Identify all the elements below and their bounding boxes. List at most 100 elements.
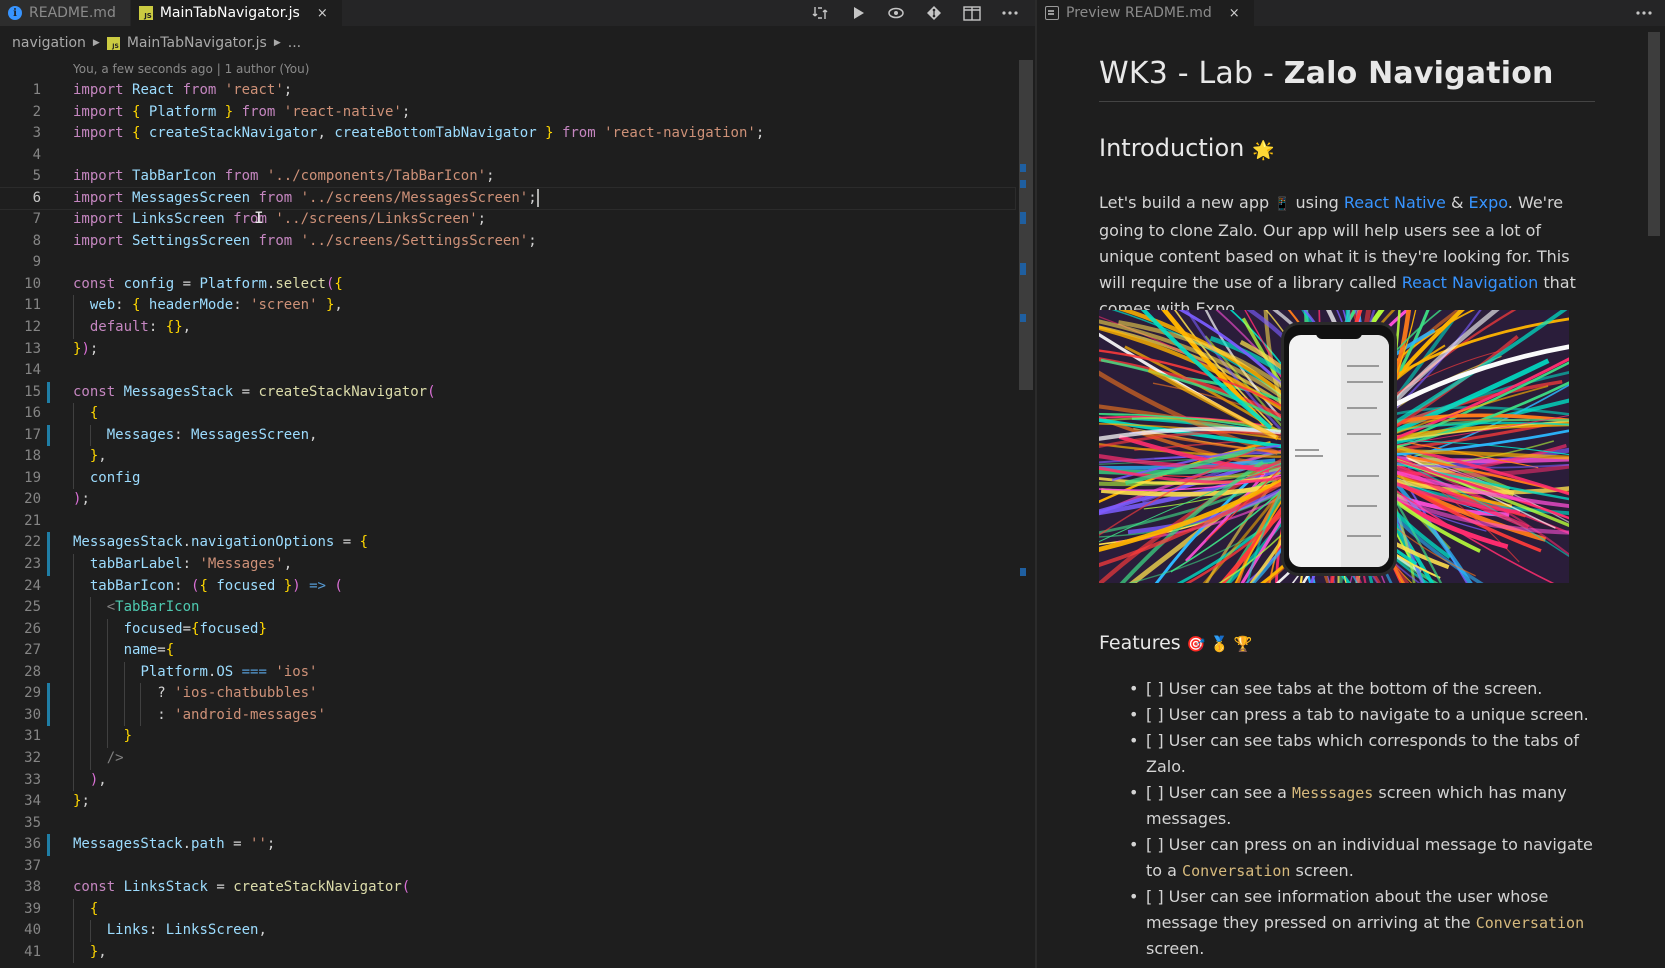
line-number[interactable]: 15 <box>0 382 41 404</box>
code-text[interactable]: import React from 'react'; <box>73 80 292 102</box>
line-number[interactable]: 6 <box>0 188 41 210</box>
line-number[interactable]: 5 <box>0 166 41 188</box>
line-number[interactable]: 23 <box>0 554 41 576</box>
code-text[interactable]: tabBarLabel: 'Messages', <box>73 554 292 576</box>
line-number[interactable]: 11 <box>0 295 41 317</box>
modified-line-indicator[interactable] <box>47 834 50 856</box>
line-number[interactable]: 12 <box>0 317 41 339</box>
code-text[interactable]: import TabBarIcon from '../components/Ta… <box>73 166 495 188</box>
code-line[interactable]: 21 <box>0 511 1015 533</box>
code-lines[interactable]: 1 import React from 'react'; 2 import { Pla… <box>0 80 1016 964</box>
code-line[interactable]: 26 focused={focused} <box>0 618 1015 641</box>
close-icon[interactable]: × <box>317 6 328 21</box>
line-number[interactable]: 4 <box>0 145 41 167</box>
line-number[interactable]: 1 <box>0 80 41 102</box>
code-line[interactable]: 23 tabBarLabel: 'Messages', <box>0 554 1015 576</box>
code-line[interactable]: 38 const LinksStack = createStackNavigato… <box>0 877 1015 899</box>
code-text[interactable]: const LinksStack = createStackNavigator( <box>73 877 410 899</box>
code-line[interactable]: 15 const MessagesStack = createStackNavig… <box>0 381 1015 404</box>
line-number[interactable]: 9 <box>0 252 41 274</box>
code-text[interactable]: focused={focused} <box>73 619 267 641</box>
code-text[interactable]: name={ <box>73 640 175 662</box>
git-button[interactable] <box>915 0 953 26</box>
code-text[interactable]: }, <box>73 446 107 468</box>
code-line[interactable]: 32 /> <box>0 747 1015 770</box>
line-number[interactable]: 27 <box>0 640 41 662</box>
line-number[interactable]: 8 <box>0 231 41 253</box>
line-number[interactable]: 30 <box>0 705 41 727</box>
code-line[interactable]: 39 { <box>0 898 1015 921</box>
modified-line-indicator[interactable] <box>47 704 50 727</box>
tab-readme[interactable]: i README.md <box>0 0 131 26</box>
code-line[interactable]: 31 } <box>0 726 1015 748</box>
code-line[interactable]: 20); <box>0 489 1015 511</box>
code-text[interactable]: import SettingsScreen from '../screens/S… <box>73 231 537 253</box>
code-text[interactable]: web: { headerMode: 'screen' }, <box>73 295 343 317</box>
editor-scrollbar[interactable] <box>1019 60 1033 968</box>
code-text[interactable]: default: {}, <box>73 317 191 339</box>
code-text[interactable]: } <box>73 726 132 748</box>
line-number[interactable]: 13 <box>0 339 41 361</box>
code-line[interactable]: 8 import SettingsScreen from '../screens/… <box>0 231 1015 253</box>
preview-scrollbar[interactable] <box>1648 32 1660 236</box>
code-text[interactable]: import MessagesScreen from '../screens/M… <box>73 188 539 210</box>
code-text[interactable]: tabBarIcon: ({ focused }) => ( <box>73 576 343 598</box>
code-line[interactable]: 29 ? 'ios-chatbubbles' <box>0 683 1015 705</box>
line-number[interactable]: 28 <box>0 662 41 684</box>
line-number[interactable]: 31 <box>0 726 41 748</box>
line-number[interactable]: 2 <box>0 102 41 124</box>
line-number[interactable]: 25 <box>0 597 41 619</box>
code-line[interactable]: 14 <box>0 360 1015 382</box>
line-number[interactable]: 29 <box>0 683 41 705</box>
line-number[interactable]: 33 <box>0 770 41 792</box>
code-text[interactable]: }, <box>73 942 107 964</box>
line-number[interactable]: 16 <box>0 403 41 425</box>
code-line[interactable]: 5 import TabBarIcon from '../components/T… <box>0 166 1015 188</box>
modified-line-indicator[interactable] <box>47 683 50 705</box>
code-text[interactable]: }); <box>73 339 98 361</box>
more-actions-button[interactable] <box>991 0 1029 26</box>
line-number[interactable]: 7 <box>0 209 41 231</box>
code-line[interactable]: 11 web: { headerMode: 'screen' }, <box>0 295 1015 318</box>
code-text[interactable]: MessagesStack.path = ''; <box>73 834 275 856</box>
line-number[interactable]: 32 <box>0 748 41 770</box>
line-number[interactable]: 40 <box>0 920 41 942</box>
line-number[interactable]: 10 <box>0 274 41 296</box>
line-number[interactable]: 20 <box>0 489 41 511</box>
code-text[interactable]: }; <box>73 791 90 813</box>
code-line[interactable]: 1 import React from 'react'; <box>0 80 1015 102</box>
code-line[interactable]: 41 }, <box>0 941 1015 964</box>
line-number[interactable]: 41 <box>0 942 41 964</box>
code-text[interactable]: Links: LinksScreen, <box>73 920 267 942</box>
code-text[interactable]: import { createStackNavigator, createBot… <box>73 123 764 145</box>
code-text[interactable]: import LinksScreen from '../screens/Link… <box>73 209 486 231</box>
code-line[interactable]: 10 const config = Platform.select({ <box>0 274 1015 296</box>
code-line[interactable]: 7 import LinksScreen from '../screens/Lin… <box>0 209 1015 231</box>
code-line[interactable]: 30 : 'android-messages' <box>0 704 1015 727</box>
breadcrumb-symbol[interactable]: ... <box>288 35 301 51</box>
blame-annotation[interactable]: You, a few seconds ago | 1 author (You) <box>73 62 309 76</box>
code-line[interactable]: 9 <box>0 252 1015 274</box>
tab-preview-readme[interactable]: Preview README.md × <box>1037 0 1255 26</box>
preview-more-actions-button[interactable] <box>1625 0 1663 26</box>
code-text[interactable]: : 'android-messages' <box>73 705 326 727</box>
code-line[interactable]: 37 <box>0 856 1015 878</box>
code-line[interactable]: 25 <TabBarIcon <box>0 597 1015 619</box>
line-number[interactable]: 22 <box>0 532 41 554</box>
code-text[interactable]: const MessagesStack = createStackNavigat… <box>73 382 436 404</box>
code-line[interactable]: 17 Messages: MessagesScreen, <box>0 424 1015 447</box>
line-number[interactable]: 24 <box>0 576 41 598</box>
code-line[interactable]: 35 <box>0 813 1015 835</box>
code-text[interactable]: const config = Platform.select({ <box>73 274 343 296</box>
line-number[interactable]: 39 <box>0 899 41 921</box>
line-number[interactable]: 14 <box>0 360 41 382</box>
code-editor[interactable]: You, a few seconds ago | 1 author (You) … <box>0 60 1035 968</box>
line-number[interactable]: 19 <box>0 468 41 490</box>
modified-line-indicator[interactable] <box>47 381 50 404</box>
breadcrumb-folder[interactable]: navigation <box>12 35 86 51</box>
code-text[interactable]: ), <box>73 770 107 792</box>
code-line[interactable]: 3 import { createStackNavigator, createBo… <box>0 123 1015 145</box>
code-line[interactable]: 24 tabBarIcon: ({ focused }) => ( <box>0 575 1015 598</box>
code-line[interactable]: 6 import MessagesScreen from '../screens/… <box>0 186 1016 211</box>
line-number[interactable]: 35 <box>0 813 41 835</box>
